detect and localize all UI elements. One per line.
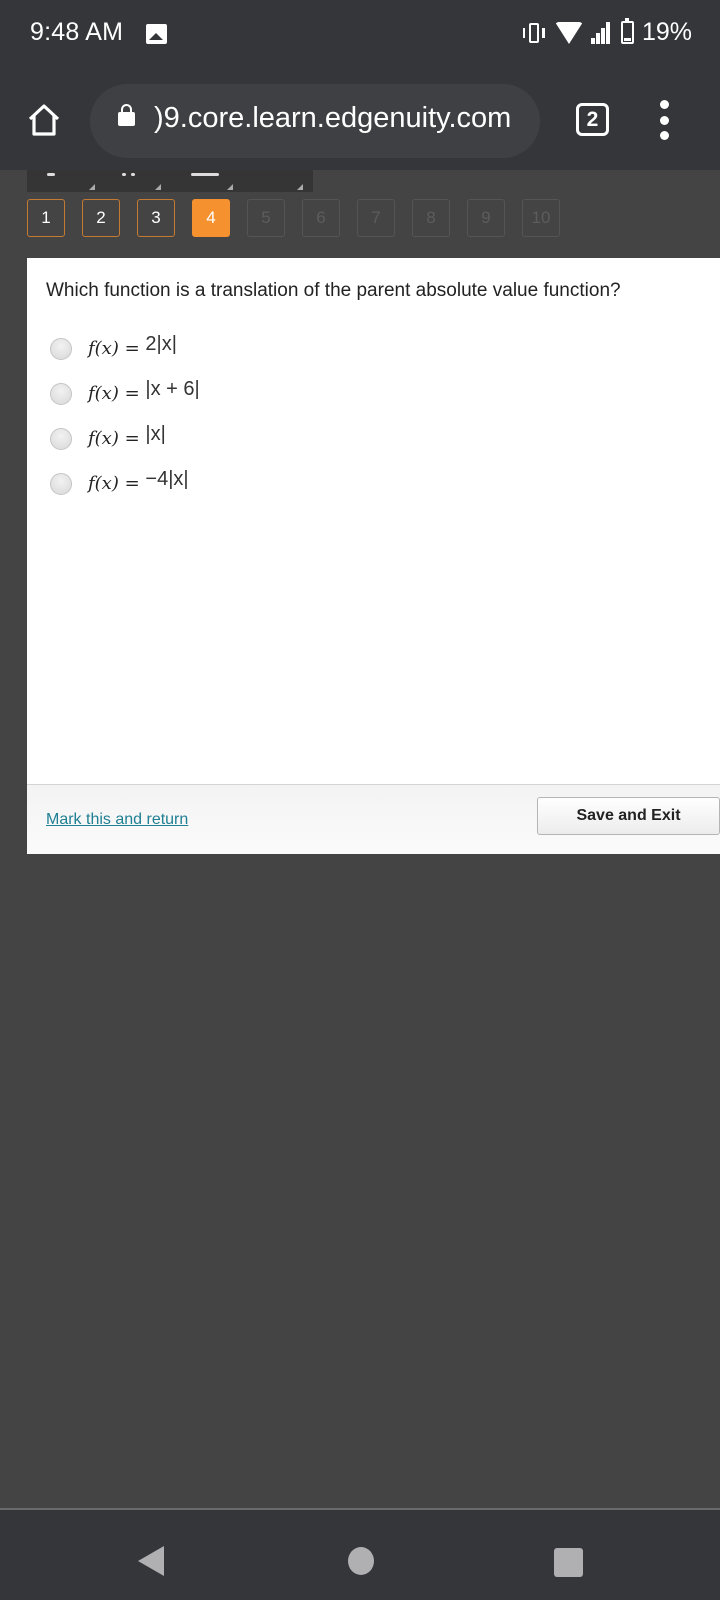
assessment-toolbar xyxy=(27,170,313,192)
question-text: Which function is a translation of the p… xyxy=(46,280,621,301)
option-expression: −4|x| xyxy=(145,468,189,490)
option-prefix: f(x) = xyxy=(88,428,146,449)
signal-icon xyxy=(590,21,613,44)
radio-button[interactable] xyxy=(50,427,72,450)
more-vert-icon[interactable] xyxy=(658,100,670,140)
option-expression: |x + 6| xyxy=(145,378,200,400)
dropdown-corner-icon xyxy=(89,184,95,190)
question-nav-5: 5 xyxy=(247,199,285,237)
question-nav-8: 8 xyxy=(412,199,450,237)
image-notification-icon xyxy=(146,24,167,44)
card-footer: Mark this and return Save and Exit xyxy=(27,784,720,854)
toolbar-tool-icon[interactable] xyxy=(47,173,55,176)
option-prefix: f(x) = xyxy=(88,473,146,494)
home-circle-icon[interactable] xyxy=(348,1547,374,1575)
address-bar[interactable]: )9.core.learn.edgenuity.com xyxy=(90,84,540,158)
back-icon[interactable] xyxy=(138,1546,164,1576)
answer-options: f(x) = 2|x| f(x) = |x + 6| f(x) = |x| f(… xyxy=(50,326,200,506)
mark-and-return-link[interactable]: Mark this and return xyxy=(46,811,188,829)
option-prefix: f(x) = xyxy=(88,338,146,359)
home-button[interactable] xyxy=(26,102,62,138)
toolbar-tool-icon[interactable] xyxy=(191,173,219,176)
home-icon xyxy=(28,104,60,136)
system-nav-bar xyxy=(0,1510,720,1600)
status-bar: 9:48 AM 19% xyxy=(0,0,720,72)
question-card: Which function is a translation of the p… xyxy=(27,258,720,854)
answer-option[interactable]: f(x) = |x + 6| xyxy=(50,371,200,416)
answer-option[interactable]: f(x) = −4|x| xyxy=(50,461,200,506)
wifi-icon xyxy=(554,21,583,44)
dropdown-corner-icon xyxy=(297,184,303,190)
option-expression: 2|x| xyxy=(145,333,177,355)
question-nav-6: 6 xyxy=(302,199,340,237)
option-expression: |x| xyxy=(145,423,166,445)
status-time: 9:48 AM xyxy=(30,18,124,46)
recents-icon[interactable] xyxy=(554,1548,583,1577)
browser-toolbar: )9.core.learn.edgenuity.com 2 xyxy=(0,72,720,170)
toolbar-tool-icon[interactable] xyxy=(122,173,126,176)
save-and-exit-button[interactable]: Save and Exit xyxy=(537,797,720,835)
dropdown-corner-icon xyxy=(155,184,161,190)
question-nav-2[interactable]: 2 xyxy=(82,199,120,237)
battery-percent: 19% xyxy=(641,18,692,46)
question-nav-10: 10 xyxy=(522,199,560,237)
tab-switcher-button[interactable]: 2 xyxy=(576,103,609,136)
url-text[interactable]: )9.core.learn.edgenuity.com xyxy=(154,102,511,135)
question-navigation: 1 2 3 4 5 6 7 8 9 10 xyxy=(27,199,560,237)
question-nav-4[interactable]: 4 xyxy=(192,199,230,237)
vibrate-icon xyxy=(521,21,547,45)
question-nav-3[interactable]: 3 xyxy=(137,199,175,237)
option-prefix: f(x) = xyxy=(88,383,146,404)
answer-option[interactable]: f(x) = 2|x| xyxy=(50,326,200,371)
radio-button[interactable] xyxy=(50,472,72,495)
radio-button[interactable] xyxy=(50,337,72,360)
lock-icon xyxy=(118,104,135,126)
battery-icon xyxy=(620,18,634,44)
dropdown-corner-icon xyxy=(227,184,233,190)
question-nav-1[interactable]: 1 xyxy=(27,199,65,237)
question-nav-9: 9 xyxy=(467,199,505,237)
answer-option[interactable]: f(x) = |x| xyxy=(50,416,200,461)
question-nav-7: 7 xyxy=(357,199,395,237)
radio-button[interactable] xyxy=(50,382,72,405)
status-icons: 19% xyxy=(521,18,692,47)
toolbar-tool-icon[interactable] xyxy=(131,173,135,176)
